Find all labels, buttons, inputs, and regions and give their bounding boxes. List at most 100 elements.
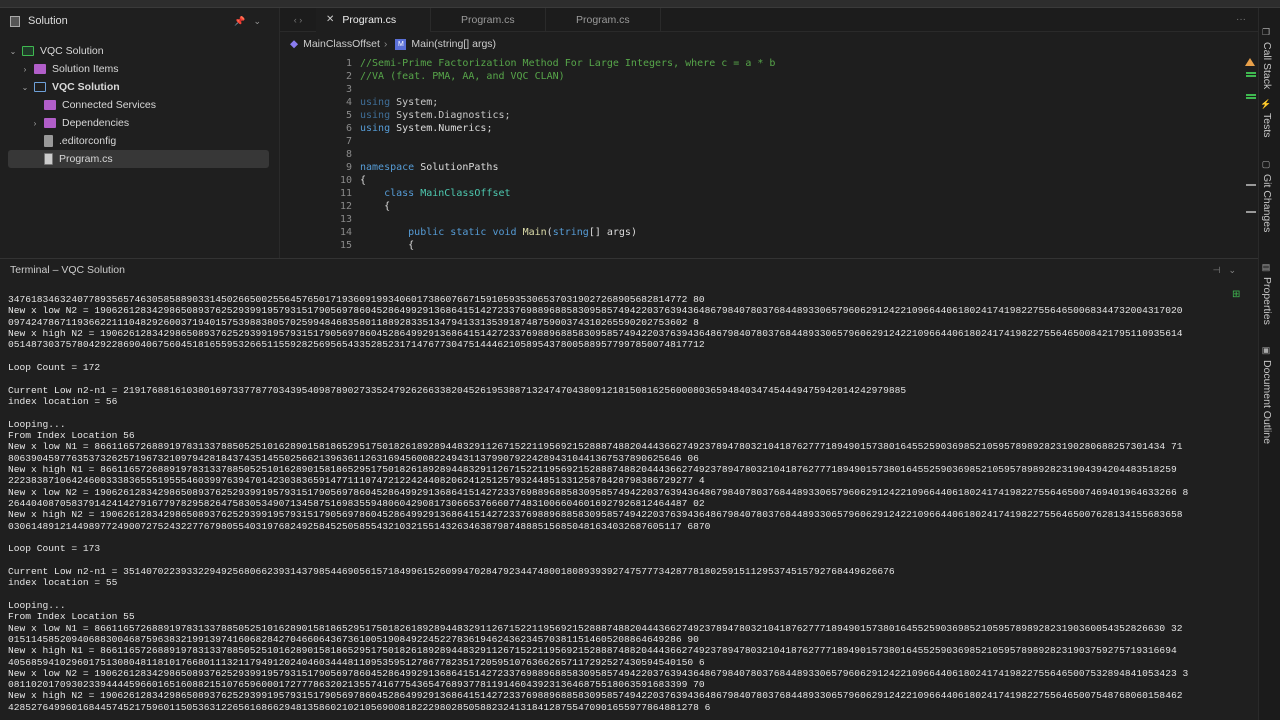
tree-item-vqc-solution[interactable]: ⌄ VQC Solution	[8, 42, 269, 60]
folder-icon	[44, 118, 56, 128]
line-number: 5	[345, 110, 352, 121]
terminal-line: Loop Count = 172	[8, 361, 101, 373]
code-line: 13	[280, 213, 1240, 226]
code-token: using	[360, 110, 391, 121]
tab-program-cs-2[interactable]: Program.cs	[431, 7, 546, 32]
line-number: 12	[339, 201, 352, 212]
line-number: 9	[345, 162, 352, 173]
terminal-line: index location = 55	[8, 577, 118, 589]
code-token: [] args)	[588, 227, 637, 238]
code-token: //Semi-Prime Factorization Method For La…	[360, 58, 776, 69]
terminal-line: New x low N1 = 8661165726889197831337885…	[8, 622, 1183, 634]
call-stack-icon: ❐	[1262, 28, 1272, 38]
code-line: 1 //Semi-Prime Factorization Method For L…	[280, 57, 1240, 70]
git-changes-tab[interactable]: ▢ Git Changes	[1261, 160, 1273, 232]
terminal-line: New x high N2 = 190626128342986508937625…	[8, 509, 1183, 521]
chevron-down-icon[interactable]: ⌄	[20, 83, 30, 92]
code-line: 6 using System.Numerics;	[280, 122, 1240, 135]
tree-item-vqc-project[interactable]: ⌄ VQC Solution	[8, 78, 269, 96]
code-token: {	[360, 175, 367, 186]
tree-item-dependencies[interactable]: › Dependencies	[8, 114, 269, 132]
tree-item-label: VQC Solution	[40, 45, 104, 57]
change-marker	[1246, 97, 1256, 99]
tab-program-cs-3[interactable]: Program.cs	[546, 7, 661, 32]
terminal-line: From Index Location 55	[8, 611, 135, 623]
tab-navigation-arrows[interactable]: ‹ ›	[280, 15, 316, 25]
pin-icon[interactable]: ⊣⌄	[1213, 265, 1244, 276]
chevron-down-icon[interactable]: ⌄	[8, 47, 18, 56]
code-text: {	[352, 200, 1232, 213]
solution-explorer: Solution 📌⌄ ⌄ VQC Solution › Solution Item…	[0, 8, 280, 258]
code-line: 4 using System;	[280, 96, 1240, 109]
class-icon: ◆	[290, 38, 299, 50]
code-line: 11 class MainClassOffset	[280, 187, 1240, 200]
terminal-title: Terminal – VQC Solution	[10, 264, 125, 276]
line-number: 13	[339, 214, 352, 225]
code-line: 9 namespace SolutionPaths	[280, 161, 1240, 174]
chevron-right-icon[interactable]: ›	[30, 119, 40, 128]
folder-icon	[44, 100, 56, 110]
code-token: {	[360, 201, 391, 212]
document-outline-tab[interactable]: ▣ Document Outline	[1261, 346, 1273, 444]
line-number: 15	[339, 240, 352, 251]
right-tool-strip: ❐ Call Stack ⚡ Tests ▢ Git Changes ▤ Propert…	[1258, 8, 1280, 720]
properties-tab[interactable]: ▤ Properties	[1261, 263, 1273, 325]
terminal-line: 0306148912144989772490072752432277679805…	[8, 520, 711, 532]
close-icon[interactable]: ✕	[326, 14, 334, 25]
chevron-right-icon[interactable]: ›	[20, 65, 30, 74]
code-editor: ‹ › ✕ Program.cs Program.cs Program.cs ··…	[280, 7, 1258, 258]
pin-icon[interactable]: 📌⌄	[234, 16, 269, 27]
terminal-line: 3476183463240778935657463058588903314502…	[8, 294, 705, 305]
tree-item-connected-services[interactable]: Connected Services	[8, 96, 269, 114]
solution-panel-icon	[10, 15, 20, 27]
solution-panel-header: Solution 📌⌄	[0, 8, 279, 34]
file-icon	[44, 135, 53, 147]
terminal-line: New x high N2 = 190626128342986508937625…	[8, 690, 1183, 702]
line-number: 7	[345, 136, 352, 147]
terminal-output[interactable]: 3476183463240778935657463058588903314502…	[8, 294, 1188, 713]
code-text: {	[352, 239, 1232, 252]
code-token: SolutionPaths	[414, 162, 499, 173]
solution-panel-title: Solution	[28, 15, 68, 27]
code-token: System;	[390, 97, 439, 108]
tab-label: Program.cs	[342, 13, 397, 26]
terminal-line: 4285276499601684457452175960115053631226…	[8, 701, 711, 713]
tab-program-cs-1[interactable]: ✕ Program.cs	[316, 7, 431, 32]
breadcrumb: ◆ MainClassOffset › M Main(string[] args…	[280, 32, 1258, 56]
terminal-line: New x high N1 = 866116572688919783133788…	[8, 645, 1177, 657]
breadcrumb-class[interactable]: MainClassOffset	[303, 38, 380, 50]
tree-item-label: VQC Solution	[52, 81, 120, 93]
code-area[interactable]: 1 //Semi-Prime Factorization Method For L…	[280, 57, 1240, 252]
tests-tab[interactable]: ⚡ Tests	[1261, 98, 1273, 138]
terminal-line: 8063904597763537326257196732109794281843…	[8, 452, 699, 464]
code-line: 14 public static void Main(string[] args…	[280, 226, 1240, 239]
terminal-panel: Terminal – VQC Solution ⊣⌄ ⊞ 34761834632…	[0, 258, 1258, 720]
call-stack-tab[interactable]: ❐ Call Stack	[1261, 28, 1273, 89]
tree-item-label: Program.cs	[59, 153, 113, 165]
terminal-line: From Index Location 56	[8, 429, 135, 441]
tree-item-program-cs[interactable]: Program.cs	[8, 150, 269, 168]
new-terminal-icon[interactable]: ⊞	[1232, 289, 1240, 300]
code-token: System.Diagnostics;	[390, 110, 511, 121]
code-text: using System.Diagnostics;	[352, 109, 1232, 122]
tree-item-editorconfig[interactable]: .editorconfig	[8, 132, 269, 150]
tree-item-solution-items[interactable]: › Solution Items	[8, 60, 269, 78]
overview-ruler[interactable]	[1244, 8, 1258, 258]
code-token: Main	[516, 227, 547, 238]
terminal-line: New x high N2 = 190626128342986508937625…	[8, 327, 1183, 339]
breadcrumb-method[interactable]: Main(string[] args)	[411, 38, 496, 50]
line-number: 14	[339, 227, 352, 238]
tool-label: Git Changes	[1261, 174, 1273, 233]
terminal-line: 2223838710642460033383655519555460399763…	[8, 475, 705, 487]
terminal-header: Terminal – VQC Solution ⊣⌄	[0, 259, 1258, 281]
code-text: using System.Numerics;	[352, 122, 1232, 135]
line-number: 6	[345, 123, 352, 134]
solution-tree: ⌄ VQC Solution › Solution Items ⌄ VQC Solut…	[0, 42, 279, 168]
git-icon: ▢	[1262, 160, 1272, 170]
code-line: 10 {	[280, 174, 1240, 187]
